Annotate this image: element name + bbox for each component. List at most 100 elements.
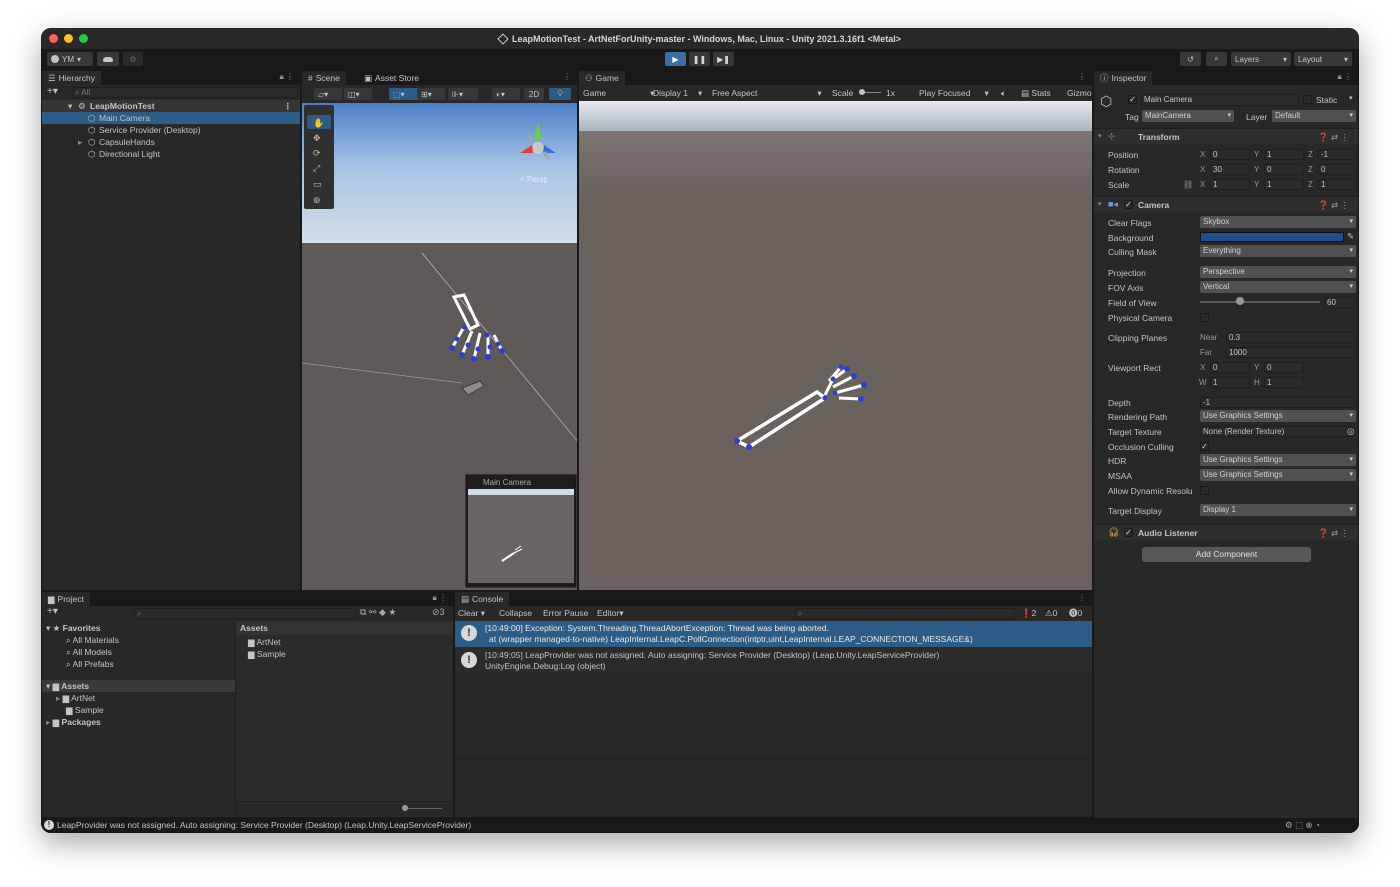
more-icon[interactable]: ⋮ (563, 72, 571, 81)
rotate-tool-icon[interactable]: ⟳ (313, 148, 321, 158)
tree-folder-item[interactable]: ▸ ▆ ArtNet (56, 692, 95, 704)
static-checkbox[interactable] (1303, 95, 1312, 104)
project-search-input[interactable]: ⌕ (134, 608, 356, 619)
viewport-h-field[interactable]: 1 (1264, 377, 1304, 388)
far-field[interactable]: 1000 (1226, 347, 1356, 358)
more-icon[interactable]: ⋮ (284, 100, 293, 112)
filter-icons[interactable]: ⧉ ⚯ ◆ ★ (360, 607, 396, 618)
info-filter-toggle[interactable]: ❗2 (1021, 607, 1036, 619)
favorite-item[interactable]: ⌕ All Prefabs (66, 658, 114, 670)
grid-snap-button[interactable]: ⊪▾ (448, 88, 478, 100)
fov-field[interactable]: 60 (1324, 297, 1356, 308)
account-dropdown[interactable]: YM ▾ (47, 52, 93, 66)
favorites-header[interactable]: ▾ ★ Favorites (46, 622, 100, 634)
hierarchy-item-capsule-hands[interactable]: ▸ ⬡ CapsuleHands (42, 136, 300, 148)
active-checkbox[interactable]: ✓ (1128, 95, 1137, 104)
rotation-y-field[interactable]: 0 (1264, 164, 1304, 175)
audio-listener-checkbox[interactable]: ✓ (1124, 528, 1133, 537)
scale-tool-icon[interactable]: ⤢ (312, 163, 320, 173)
tab-asset-store[interactable]: ▣ Asset Store (358, 71, 425, 85)
lock-icon[interactable]: 🔒︎ ⋮ (280, 72, 294, 82)
clear-flags-dropdown[interactable]: Skybox (1200, 216, 1356, 228)
error-filter-toggle[interactable]: ⓿0 (1069, 607, 1082, 619)
tree-folder-item[interactable]: ▆ Sample (66, 704, 104, 716)
viewport-y-field[interactable]: 0 (1264, 362, 1304, 373)
target-texture-field[interactable]: None (Render Texture) (1200, 426, 1356, 437)
lock-icon[interactable]: 🔒︎ ⋮ (433, 593, 447, 603)
background-color-swatch[interactable] (1200, 232, 1344, 242)
more-icon[interactable]: ⋮ (1078, 593, 1086, 602)
game-mode-dropdown[interactable]: Game ▾ (583, 87, 654, 99)
play-button[interactable]: ▶ (665, 52, 686, 66)
status-message[interactable]: LeapProvider was not assigned. Auto assi… (57, 819, 471, 831)
near-field[interactable]: 0.3 (1226, 332, 1356, 343)
viewport-w-field[interactable]: 1 (1210, 377, 1250, 388)
fov-slider-handle[interactable] (1235, 297, 1244, 305)
help-icon[interactable]: ❓ ⇄ ⋮ (1318, 132, 1349, 143)
lock-icon[interactable]: 🔒︎ ⋮ (1338, 72, 1352, 82)
favorite-item[interactable]: ⌕ All Materials (66, 634, 119, 646)
gizmos-button[interactable]: Gizmo (1067, 87, 1092, 99)
tag-dropdown[interactable]: MainCamera (1142, 110, 1234, 122)
hierarchy-item-main-camera[interactable]: ⬡ Main Camera (42, 112, 300, 124)
scene-viewport[interactable]: < Persp ✋ ✥ ⟳ ⤢ ▭ ⊛ Main Camera (302, 103, 578, 591)
rotation-x-field[interactable]: 30 (1210, 164, 1250, 175)
tab-hierarchy[interactable]: ☰ Hierarchy (42, 71, 101, 85)
draw-mode-button[interactable]: ▱▾ (314, 88, 342, 100)
play-focused-dropdown[interactable]: Play Focused ▾ (919, 87, 989, 99)
clear-button[interactable]: Clear ▾ (458, 607, 485, 619)
scale-y-field[interactable]: 1 (1264, 179, 1304, 190)
dynamic-resolution-checkbox[interactable] (1200, 486, 1209, 495)
help-icon[interactable]: ❓ ⇄ ⋮ (1318, 200, 1349, 211)
more-icon[interactable]: ⋮ (1078, 72, 1086, 81)
game-viewport[interactable] (579, 101, 1092, 591)
tab-scene[interactable]: # Scene (302, 71, 346, 85)
console-message-row[interactable]: ! [10:49:00] Exception: System.Threading… (455, 621, 1092, 647)
link-icon[interactable]: ⛓ (1183, 180, 1193, 189)
pause-button[interactable]: ❚❚ (689, 52, 710, 66)
assets-tree-header[interactable]: ▾ ▆ Assets (42, 680, 235, 692)
position-z-field[interactable]: -1 (1318, 149, 1356, 160)
camera-header[interactable]: ▾ ■◂ ✓ Camera ❓ ⇄ ⋮ (1094, 196, 1358, 212)
occlusion-checkbox[interactable]: ✓ (1200, 442, 1209, 451)
scale-z-field[interactable]: 1 (1318, 179, 1356, 190)
warning-filter-toggle[interactable]: ⚠0 (1045, 607, 1057, 619)
collapse-button[interactable]: Collapse (499, 607, 532, 619)
shading-button[interactable]: ◐▾ (492, 88, 520, 100)
layout-dropdown[interactable]: Layout ▾ (1294, 52, 1352, 66)
search-button[interactable]: ⌕ (1206, 52, 1227, 66)
layers-dropdown[interactable]: Layers ▾ (1231, 52, 1291, 66)
add-component-button[interactable]: Add Component (1142, 547, 1311, 562)
move-tool-icon[interactable]: ✥ (313, 133, 321, 143)
asset-folder[interactable]: ▆ Sample (248, 648, 286, 660)
persp-label[interactable]: < Persp (520, 175, 548, 184)
aspect-dropdown[interactable]: Free Aspect ▾ (712, 87, 822, 99)
add-button[interactable]: +▾ (47, 86, 58, 97)
history-button[interactable]: ↺ (1180, 52, 1201, 66)
snap-button[interactable]: ⊞▾ (417, 88, 445, 100)
audio-listener-header[interactable]: 🎧︎ ✓ Audio Listener ❓ ⇄ ⋮ (1094, 524, 1358, 540)
asset-folder[interactable]: ▆ ArtNet (248, 636, 281, 648)
transform-header[interactable]: ▾ ⊹ Transform ❓ ⇄ ⋮ (1094, 128, 1358, 144)
culling-mask-dropdown[interactable]: Everything (1200, 245, 1356, 257)
hdr-dropdown[interactable]: Use Graphics Settings (1200, 454, 1356, 466)
eyedropper-icon[interactable]: ✎ (1347, 231, 1354, 242)
viewport-x-field[interactable]: 0 (1210, 362, 1250, 373)
lighting-button[interactable]: 💡︎ (549, 88, 571, 100)
add-button[interactable]: +▾ (47, 606, 58, 617)
error-pause-button[interactable]: Error Pause (543, 607, 588, 619)
rendering-path-dropdown[interactable]: Use Graphics Settings (1200, 410, 1356, 422)
rect-tool-icon[interactable]: ▭ (313, 179, 322, 189)
msaa-dropdown[interactable]: Use Graphics Settings (1200, 469, 1356, 481)
mode-2d-button[interactable]: 2D (524, 88, 544, 100)
editor-dropdown[interactable]: Editor▾ (597, 607, 624, 619)
icon-size-slider-handle[interactable] (402, 805, 408, 811)
camera-enabled-checkbox[interactable]: ✓ (1124, 200, 1133, 209)
render-mode-button[interactable]: ◫▾ (344, 88, 372, 100)
display-dropdown[interactable]: Display 1 ▾ (653, 87, 702, 99)
scale-x-field[interactable]: 1 (1210, 179, 1250, 190)
chevron-down-icon[interactable]: ▾ (1349, 94, 1353, 102)
console-message-row[interactable]: ! [10:49:05] LeapProvider was not assign… (455, 647, 1092, 673)
step-button[interactable]: ▶❚ (713, 52, 734, 66)
hierarchy-search-input[interactable]: ⌕ All (72, 87, 298, 98)
